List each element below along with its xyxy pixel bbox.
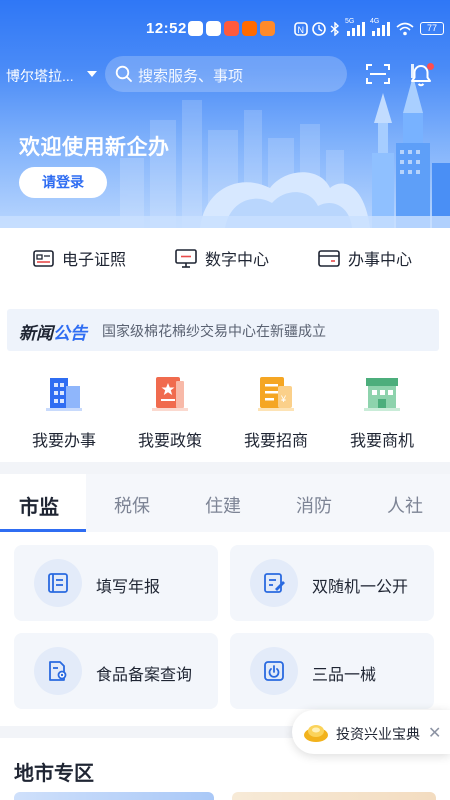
wifi-icon bbox=[396, 22, 414, 36]
category-tabs: 市监 税保 住建 消防 人社 bbox=[0, 474, 450, 532]
tab-human-resources[interactable]: 人社 bbox=[387, 492, 423, 518]
tab-tax-social-security[interactable]: 税保 bbox=[114, 492, 150, 518]
app-notification-icon bbox=[206, 21, 221, 36]
scan-icon[interactable] bbox=[366, 63, 390, 85]
building-icon bbox=[46, 378, 82, 411]
status-bar: 12:52 N 5G 4G 77 bbox=[0, 0, 450, 56]
search-bar[interactable]: 搜索服务、事项 bbox=[105, 56, 347, 92]
app-notification-icon bbox=[260, 21, 275, 36]
service-label: 我要政策 bbox=[137, 433, 202, 450]
card-double-random[interactable]: 双随机一公开 bbox=[230, 545, 434, 621]
card-annual-report[interactable]: 填写年报 bbox=[14, 545, 218, 621]
login-button[interactable]: 请登录 bbox=[19, 167, 107, 198]
service-label: 我要办事 bbox=[31, 433, 96, 450]
investment-guide-label: 投资兴业宝典 bbox=[336, 726, 420, 742]
search-placeholder: 搜索服务、事项 bbox=[138, 68, 244, 85]
tab-housing-construction[interactable]: 住建 bbox=[205, 492, 241, 518]
service-opportunity[interactable]: 我要商机 bbox=[332, 372, 432, 451]
close-icon[interactable]: ✕ bbox=[428, 723, 441, 743]
quick-link-digital-center[interactable]: 数字中心 bbox=[175, 246, 269, 270]
card-title: 填写年报 bbox=[96, 579, 161, 596]
svg-text:N: N bbox=[298, 25, 305, 35]
service-label: 我要商机 bbox=[349, 433, 414, 450]
tab-fire-protection[interactable]: 消防 bbox=[296, 492, 332, 518]
region-card-preview[interactable] bbox=[14, 792, 214, 800]
edit-form-icon bbox=[264, 573, 285, 593]
quick-link-service-center[interactable]: 办事中心 bbox=[318, 246, 412, 270]
policy-book-icon bbox=[152, 377, 188, 411]
quick-link-label: 数字中心 bbox=[205, 252, 270, 269]
service-investment[interactable]: ¥ 我要招商 bbox=[226, 372, 326, 451]
chevron-down-icon[interactable] bbox=[87, 71, 97, 77]
city-selector[interactable]: 博尔塔拉... bbox=[6, 66, 74, 86]
service-do-business[interactable]: 我要办事 bbox=[14, 372, 114, 451]
card-icon-circle bbox=[34, 647, 82, 695]
card-title: 双随机一公开 bbox=[312, 579, 409, 596]
report-list-icon bbox=[48, 573, 68, 593]
id-card-icon bbox=[33, 249, 54, 267]
monitor-icon bbox=[175, 248, 197, 268]
active-tab-indicator bbox=[0, 529, 86, 532]
gold-ingot-icon bbox=[304, 725, 328, 742]
signal-icon bbox=[347, 22, 365, 36]
news-tag: 新闻公告 bbox=[19, 319, 87, 344]
investment-icon: ¥ bbox=[258, 377, 294, 411]
news-ticker[interactable]: 新闻公告 国家级棉花棉纱交易中心在新疆成立 bbox=[7, 309, 439, 351]
region-card-preview[interactable] bbox=[232, 792, 436, 800]
card-icon-circle bbox=[34, 559, 82, 607]
region-section-title: 地市专区 bbox=[14, 763, 94, 785]
section-divider bbox=[0, 462, 450, 474]
investment-guide-float[interactable]: 投资兴业宝典 ✕ bbox=[292, 710, 450, 754]
app-notification-icon bbox=[242, 21, 257, 36]
news-headline[interactable]: 国家级棉花棉纱交易中心在新疆成立 bbox=[102, 321, 326, 341]
card-icon-circle bbox=[250, 647, 298, 695]
service-label: 我要招商 bbox=[243, 433, 308, 450]
tab-market-supervision[interactable]: 市监 bbox=[0, 474, 86, 532]
news-tag-part2: 公告 bbox=[53, 324, 87, 343]
alarm-icon bbox=[312, 22, 326, 36]
doc-search-icon bbox=[49, 661, 67, 681]
nfc-icon: N bbox=[294, 22, 308, 36]
quick-link-label: 办事中心 bbox=[348, 252, 413, 269]
battery-indicator: 77 bbox=[420, 22, 444, 35]
card-icon-circle bbox=[250, 559, 298, 607]
market-icon bbox=[364, 378, 400, 411]
wallet-icon bbox=[318, 249, 340, 267]
power-box-icon bbox=[264, 661, 284, 681]
quick-link-e-license[interactable]: 电子证照 bbox=[33, 246, 126, 270]
signal-icon bbox=[372, 22, 390, 36]
welcome-title: 欢迎使用新企办 bbox=[19, 136, 170, 159]
card-three-products[interactable]: 三品一械 bbox=[230, 633, 434, 709]
card-food-filing-query[interactable]: 食品备案查询 bbox=[14, 633, 218, 709]
service-policy[interactable]: 我要政策 bbox=[120, 372, 220, 451]
card-title: 三品一械 bbox=[312, 667, 377, 684]
svg-text:¥: ¥ bbox=[280, 394, 287, 404]
app-notification-icon bbox=[224, 21, 239, 36]
quick-link-label: 电子证照 bbox=[62, 252, 127, 269]
notification-dot bbox=[427, 63, 434, 70]
status-time: 12:52 bbox=[146, 20, 187, 37]
news-tag-part1: 新闻 bbox=[19, 324, 53, 343]
search-icon bbox=[115, 65, 132, 82]
app-notification-icon bbox=[188, 21, 203, 36]
quick-links-row: 电子证照 数字中心 办事中心 bbox=[0, 228, 450, 290]
card-title: 食品备案查询 bbox=[96, 667, 193, 684]
bluetooth-icon bbox=[330, 22, 340, 36]
